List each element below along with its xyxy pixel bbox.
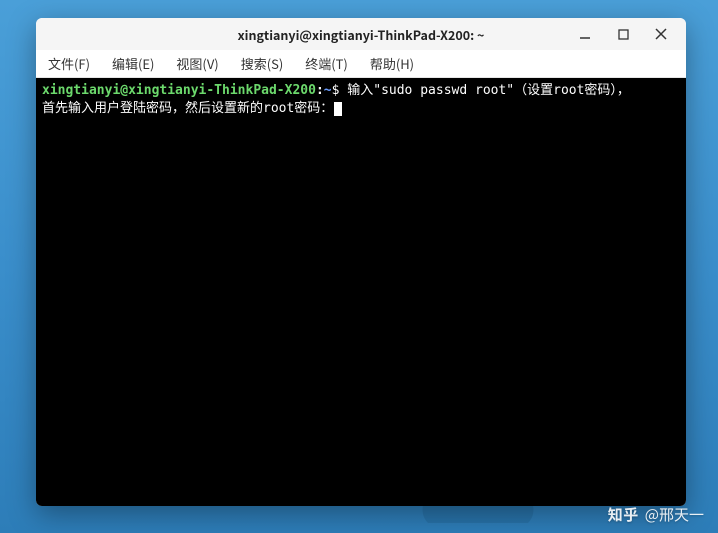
- prompt-colon: :: [316, 83, 324, 98]
- menu-view[interactable]: 视图(V): [172, 52, 222, 75]
- menu-file[interactable]: 文件(F): [44, 52, 94, 75]
- zhihu-logo: 知乎: [608, 504, 639, 525]
- terminal-area[interactable]: xingtianyi@xingtianyi-ThinkPad-X200:~$ 输…: [36, 78, 686, 506]
- watermark: 知乎 @邢天一: [608, 504, 704, 525]
- watermark-author: @邢天一: [645, 504, 704, 525]
- menu-help[interactable]: 帮助(H): [366, 52, 418, 75]
- terminal-cursor: [334, 102, 342, 116]
- menu-terminal[interactable]: 终端(T): [301, 52, 352, 75]
- window-controls: [566, 18, 680, 50]
- menu-search[interactable]: 搜索(S): [237, 52, 288, 75]
- window-title: xingtianyi@xingtianyi-ThinkPad-X200: ~: [238, 25, 485, 44]
- terminal-output-text: 首先输入用户登陆密码，然后设置新的root密码：: [42, 101, 333, 116]
- prompt-user: xingtianyi@xingtianyi-ThinkPad-X200: [42, 83, 316, 98]
- maximize-button[interactable]: [604, 20, 642, 48]
- close-button[interactable]: [642, 20, 680, 48]
- terminal-line-1: xingtianyi@xingtianyi-ThinkPad-X200:~$ 输…: [42, 82, 680, 100]
- minimize-button[interactable]: [566, 20, 604, 48]
- menu-edit[interactable]: 编辑(E): [108, 52, 158, 75]
- prompt-path: ~: [324, 83, 332, 98]
- titlebar[interactable]: xingtianyi@xingtianyi-ThinkPad-X200: ~: [36, 18, 686, 50]
- terminal-command-text: 输入"sudo passwd root"（设置root密码），: [339, 83, 630, 98]
- terminal-window: xingtianyi@xingtianyi-ThinkPad-X200: ~ 文…: [36, 18, 686, 506]
- terminal-line-2: 首先输入用户登陆密码，然后设置新的root密码：: [42, 100, 680, 118]
- menubar: 文件(F) 编辑(E) 视图(V) 搜索(S) 终端(T) 帮助(H): [36, 50, 686, 78]
